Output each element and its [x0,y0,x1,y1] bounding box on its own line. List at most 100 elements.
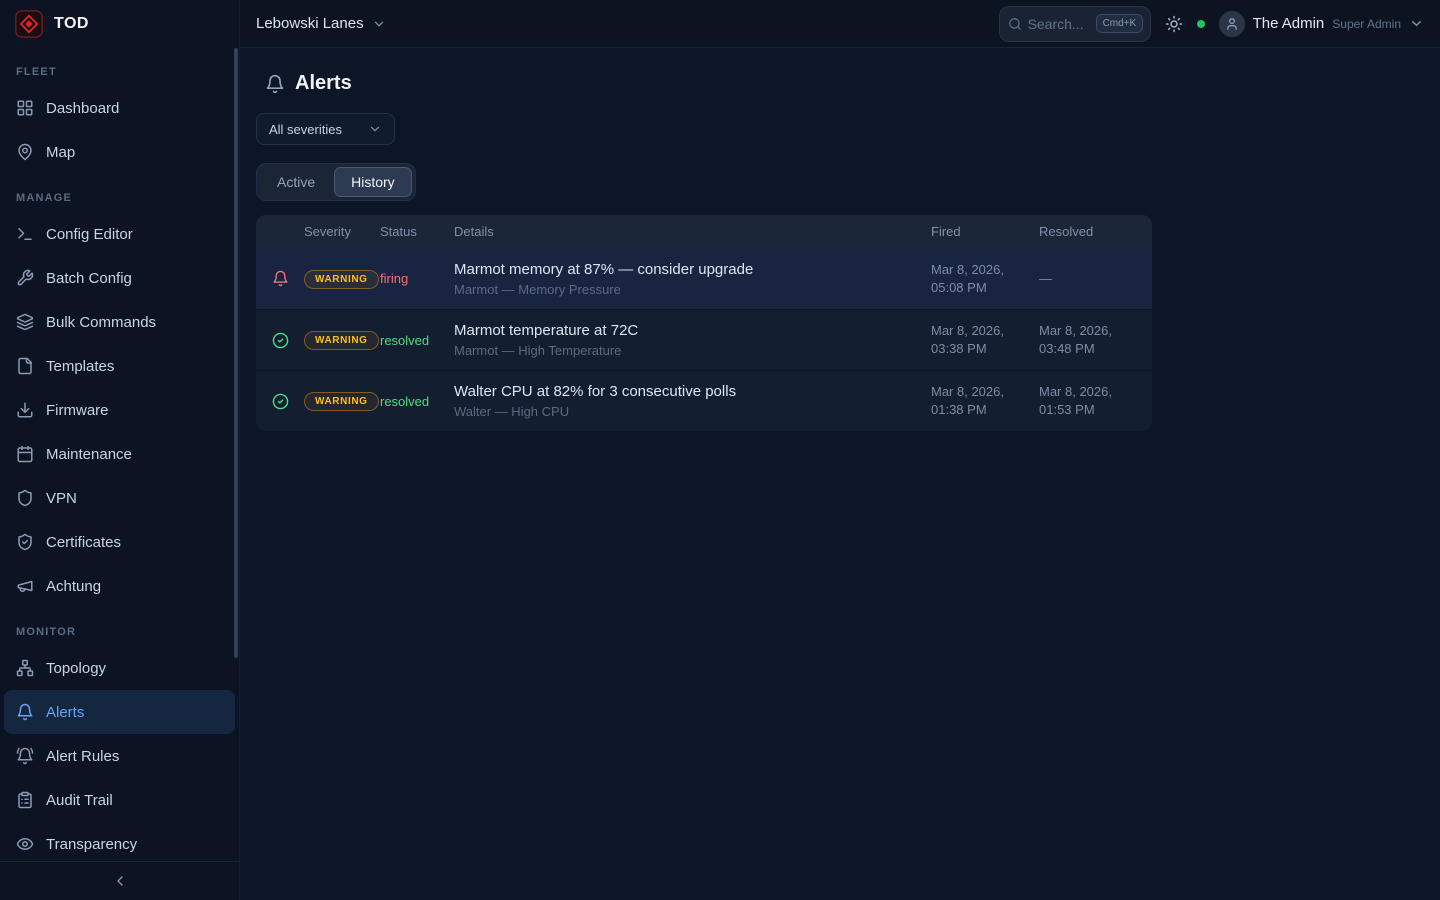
table-header-row: Severity Status Details Fired Resolved [256,215,1152,248]
user-menu[interactable]: The Admin Super Admin [1219,11,1424,37]
details-cell: Marmot temperature at 72C Marmot — High … [454,322,931,358]
status-cell: resolved [380,394,454,409]
sidebar-item-bulk-commands[interactable]: Bulk Commands [4,300,235,344]
sidebar-item-label: Config Editor [46,226,133,243]
sidebar-item-maintenance[interactable]: Maintenance [4,432,235,476]
layers-icon [16,313,34,331]
check-circle-icon [272,332,289,349]
alert-title: Walter CPU at 82% for 3 consecutive poll… [454,383,919,400]
sidebar-item-label: Maintenance [46,446,132,463]
search-icon [1008,17,1022,31]
brand: TOD [0,0,239,48]
map-pin-icon [16,143,34,161]
user-name: The Admin [1253,15,1325,32]
resolved-cell: — [1039,270,1152,288]
status-cell: firing [380,271,454,286]
severity-badge: WARNING [304,270,379,289]
wrench-icon [16,269,34,287]
severity-cell: WARNING [304,269,380,289]
sidebar-item-label: Achtung [46,578,101,595]
calendar-icon [16,445,34,463]
sidebar-item-transparency[interactable]: Transparency [4,822,235,861]
alerts-bell-icon [265,74,285,94]
app-logo-icon [14,9,44,39]
sidebar: TOD FLEET Dashboard Map MANAGE Config Ed… [0,0,240,900]
sidebar-item-label: Audit Trail [46,792,113,809]
shield-icon [16,489,34,507]
details-cell: Marmot memory at 87% — consider upgrade … [454,261,931,297]
bell-ring-icon [16,747,34,765]
theme-toggle-button[interactable] [1165,15,1183,33]
chevron-left-icon [112,873,128,889]
status-cell: resolved [380,333,454,348]
check-circle-icon [272,393,289,410]
sidebar-nav: FLEET Dashboard Map MANAGE Config Editor… [0,48,239,861]
user-icon [1225,17,1239,31]
table-row[interactable]: WARNING resolved Walter CPU at 82% for 3… [256,370,1152,431]
topbar-right: Cmd+K The Admin Super Admin [999,6,1424,42]
filter-row: All severities [256,113,1424,145]
sidebar-item-achtung[interactable]: Achtung [4,564,235,608]
severity-cell: WARNING [304,391,380,411]
sidebar-item-label: Alert Rules [46,748,119,765]
dashboard-grid-icon [16,99,34,117]
search-box[interactable]: Cmd+K [999,6,1151,42]
column-details: Details [454,224,931,239]
sidebar-item-audit-trail[interactable]: Audit Trail [4,778,235,822]
sidebar-item-map[interactable]: Map [4,130,235,174]
fired-cell: Mar 8, 2026, 03:38 PM [931,322,1039,357]
sidebar-item-label: Certificates [46,534,121,551]
search-input[interactable] [1028,16,1090,32]
avatar [1219,11,1245,37]
sidebar-item-label: Dashboard [46,100,119,117]
main-column: Lebowski Lanes Cmd+K The Admin [240,0,1440,900]
severity-filter-select[interactable]: All severities [256,113,395,145]
sidebar-item-alert-rules[interactable]: Alert Rules [4,734,235,778]
sidebar-section-monitor: MONITOR [0,608,239,646]
brand-name: TOD [54,15,89,33]
column-fired: Fired [931,224,1039,239]
org-selector-label: Lebowski Lanes [256,15,364,32]
network-icon [16,659,34,677]
severity-badge: WARNING [304,392,379,411]
sun-icon [1165,15,1183,33]
sidebar-item-dashboard[interactable]: Dashboard [4,86,235,130]
alert-title: Marmot memory at 87% — consider upgrade [454,261,919,278]
sidebar-item-topology[interactable]: Topology [4,646,235,690]
sidebar-item-certificates[interactable]: Certificates [4,520,235,564]
sidebar-section-manage: MANAGE [0,174,239,212]
resolved-cell: Mar 8, 2026, 01:53 PM [1039,383,1152,418]
row-icon-cell [256,270,304,287]
topbar: Lebowski Lanes Cmd+K The Admin [240,0,1440,48]
app-root: TOD FLEET Dashboard Map MANAGE Config Ed… [0,0,1440,900]
bell-alert-icon [272,270,289,287]
sidebar-section-fleet: FLEET [0,48,239,86]
resolved-cell: Mar 8, 2026, 03:48 PM [1039,322,1152,357]
sidebar-item-firmware[interactable]: Firmware [4,388,235,432]
severity-badge: WARNING [304,331,379,350]
table-row[interactable]: WARNING resolved Marmot temperature at 7… [256,309,1152,370]
fired-cell: Mar 8, 2026, 01:38 PM [931,383,1039,418]
column-resolved: Resolved [1039,224,1152,239]
sidebar-item-label: Transparency [46,836,137,853]
chevron-down-icon [1409,16,1424,31]
terminal-icon [16,225,34,243]
org-selector[interactable]: Lebowski Lanes [256,15,386,32]
alert-subtitle: Marmot — Memory Pressure [454,282,919,297]
page-title: Alerts [295,72,352,95]
megaphone-icon [16,577,34,595]
search-shortcut-badge: Cmd+K [1096,14,1144,33]
table-row[interactable]: WARNING firing Marmot memory at 87% — co… [256,248,1152,309]
sidebar-item-batch-config[interactable]: Batch Config [4,256,235,300]
sidebar-scrollbar[interactable] [234,48,238,658]
tab-history[interactable]: History [334,167,412,197]
sidebar-item-config-editor[interactable]: Config Editor [4,212,235,256]
sidebar-item-templates[interactable]: Templates [4,344,235,388]
alert-title: Marmot temperature at 72C [454,322,919,339]
sidebar-item-alerts[interactable]: Alerts [4,690,235,734]
sidebar-collapse-button[interactable] [0,861,239,900]
details-cell: Walter CPU at 82% for 3 consecutive poll… [454,383,931,419]
sidebar-item-vpn[interactable]: VPN [4,476,235,520]
tab-active[interactable]: Active [260,167,332,197]
content: Alerts All severities Active History Sev… [240,48,1440,447]
